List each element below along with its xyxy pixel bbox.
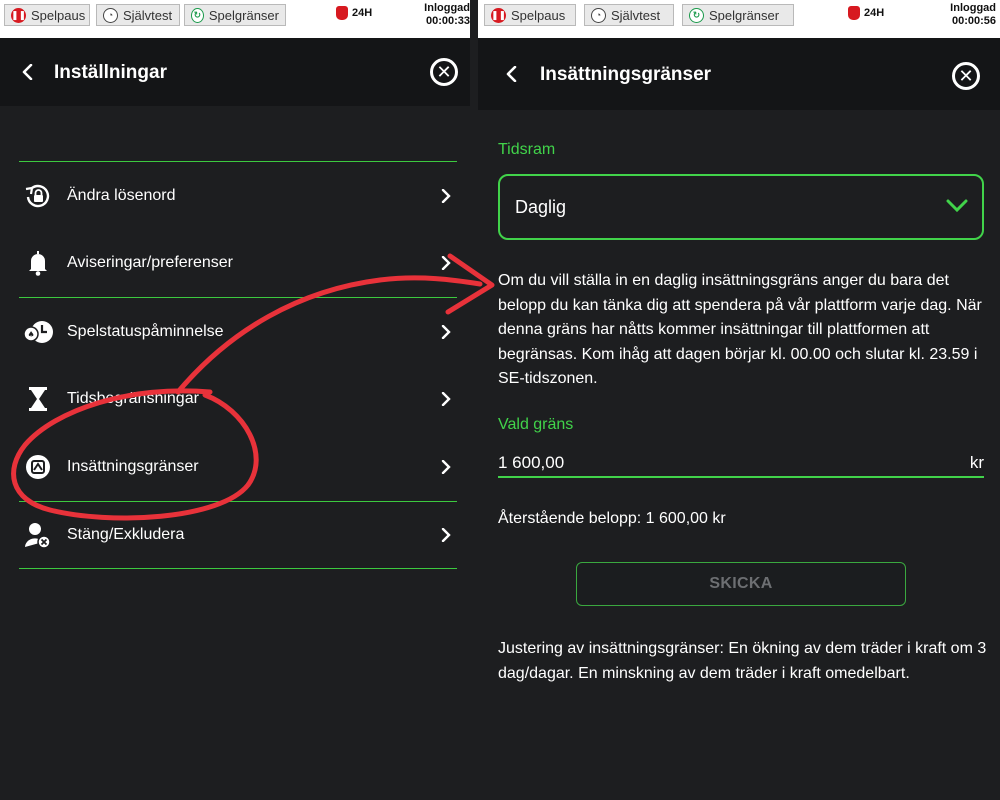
gauge-icon: ◔ bbox=[103, 7, 118, 23]
menu-item-deposit-limits[interactable]: Insättningsgränser bbox=[19, 433, 457, 501]
user-exclude-icon bbox=[21, 518, 55, 552]
limit-clock-icon: ↻ bbox=[191, 7, 204, 23]
chevron-down-icon bbox=[946, 199, 968, 213]
pause-icon: ❚❚ bbox=[11, 7, 26, 23]
spelpaus-button[interactable]: ❚❚ Spelpaus bbox=[484, 4, 576, 26]
settings-menu: Ändra lösenord Aviseringar/preferenser ♠… bbox=[19, 161, 457, 569]
spelgranser-label: Spelgränser bbox=[208, 7, 279, 23]
pause-icon: ❚❚ bbox=[491, 7, 506, 23]
timeframe-label: Tidsram bbox=[498, 141, 556, 158]
menu-item-label: Ändra lösenord bbox=[67, 186, 176, 204]
back-arrow-icon[interactable] bbox=[504, 66, 520, 82]
adjustment-note: Justering av insättningsgränser: En ökni… bbox=[498, 640, 987, 682]
timeframe-value: Daglig bbox=[515, 196, 567, 217]
spelgranser-label: Spelgränser bbox=[709, 7, 780, 23]
back-arrow-icon[interactable] bbox=[20, 64, 36, 80]
limit-clock-icon: ↻ bbox=[689, 7, 704, 23]
page-title: Inställningar bbox=[54, 62, 167, 83]
menu-item-status-reminder[interactable]: ♠ Spelstatuspåminnelse bbox=[19, 297, 457, 365]
gauge-icon: ◔ bbox=[591, 7, 606, 23]
chevron-right-icon bbox=[441, 528, 451, 542]
close-icon[interactable]: ✕ bbox=[952, 62, 980, 90]
svg-text:♠: ♠ bbox=[28, 330, 35, 339]
clock-status-icon: ♠ bbox=[21, 315, 55, 349]
limit-24h-indicator[interactable]: 24H bbox=[848, 6, 884, 20]
timeframe-select[interactable]: Daglig bbox=[498, 174, 984, 240]
spelpaus-label: Spelpaus bbox=[511, 7, 566, 23]
responsible-gaming-bar: ❚❚ Spelpaus ◔ Självtest ↻ Spelgränser 24… bbox=[0, 0, 478, 38]
stop-hand-icon bbox=[336, 6, 348, 20]
sjalvtest-label: Självtest bbox=[611, 7, 661, 23]
session-timer: Inloggad 00:00:56 bbox=[934, 2, 996, 28]
limit-24h-label: 24H bbox=[864, 7, 885, 19]
limit-amount-input[interactable]: 1 600,00 kr bbox=[498, 450, 984, 478]
settings-screen: ❚❚ Spelpaus ◔ Självtest ↻ Spelgränser 24… bbox=[0, 0, 478, 800]
settings-header: Inställningar ✕ bbox=[0, 38, 478, 106]
currency-label: kr bbox=[969, 453, 984, 472]
login-label: Inloggad bbox=[950, 2, 996, 14]
sjalvtest-button[interactable]: ◔ Självtest bbox=[96, 4, 180, 26]
chosen-limit-label: Vald gräns bbox=[498, 416, 574, 433]
login-time: 00:00:56 bbox=[951, 15, 996, 27]
responsible-gaming-bar: ❚❚ Spelpaus ◔ Självtest ↻ Spelgränser 24… bbox=[478, 0, 1000, 38]
hourglass-icon bbox=[21, 382, 55, 416]
deposit-limit-icon bbox=[21, 450, 55, 484]
menu-item-label: Spelstatuspåminnelse bbox=[67, 322, 224, 340]
deposit-limits-header: Insättningsgränser ✕ bbox=[478, 38, 1000, 110]
menu-item-label: Insättningsgränser bbox=[67, 458, 199, 475]
deposit-limits-screen: ❚❚ Spelpaus ◔ Självtest ↻ Spelgränser 24… bbox=[478, 0, 1000, 800]
spelpaus-button[interactable]: ❚❚ Spelpaus bbox=[4, 4, 90, 26]
chevron-right-icon bbox=[441, 324, 451, 339]
menu-item-close-exclude[interactable]: Stäng/Exkludera bbox=[19, 501, 457, 569]
remaining-amount: Återstående belopp: 1 600,00 kr bbox=[498, 510, 726, 527]
session-timer: Inloggad 00:00:33 bbox=[408, 2, 470, 28]
menu-item-label: Aviseringar/preferenser bbox=[67, 254, 234, 271]
menu-item-label: Stäng/Exkludera bbox=[67, 526, 185, 543]
screenshot-stage: ❚❚ Spelpaus ◔ Självtest ↻ Spelgränser 24… bbox=[0, 0, 1000, 800]
limit-24h-label: 24H bbox=[352, 7, 373, 19]
limit-amount-value: 1 600,00 bbox=[498, 453, 565, 472]
chevron-right-icon bbox=[441, 460, 451, 474]
stop-hand-icon bbox=[848, 6, 860, 20]
login-label: Inloggad bbox=[424, 2, 470, 14]
page-title: Insättningsgränser bbox=[540, 64, 712, 85]
close-icon[interactable]: ✕ bbox=[430, 58, 458, 86]
chevron-right-icon bbox=[441, 256, 451, 270]
spelpaus-label: Spelpaus bbox=[31, 7, 86, 23]
bell-icon bbox=[21, 246, 55, 280]
spelgranser-button[interactable]: ↻ Spelgränser bbox=[184, 4, 286, 26]
menu-item-notifications[interactable]: Aviseringar/preferenser bbox=[19, 229, 457, 297]
chevron-right-icon bbox=[441, 392, 451, 406]
sjalvtest-button[interactable]: ◔ Självtest bbox=[584, 4, 674, 26]
submit-button[interactable]: SKICKA bbox=[576, 562, 906, 606]
lock-reset-icon bbox=[21, 179, 55, 213]
limit-description: Om du vill ställa in en daglig insättnin… bbox=[498, 272, 982, 387]
login-time: 00:00:33 bbox=[425, 15, 470, 27]
limit-24h-indicator[interactable]: 24H bbox=[336, 6, 372, 20]
menu-item-change-password[interactable]: Ändra lösenord bbox=[19, 161, 457, 229]
chevron-right-icon bbox=[441, 188, 451, 203]
menu-item-time-limits[interactable]: Tidsbegränsningar bbox=[19, 365, 457, 433]
menu-item-label: Tidsbegränsningar bbox=[67, 390, 199, 407]
spelgranser-button[interactable]: ↻ Spelgränser bbox=[682, 4, 794, 26]
sjalvtest-label: Självtest bbox=[123, 7, 173, 23]
